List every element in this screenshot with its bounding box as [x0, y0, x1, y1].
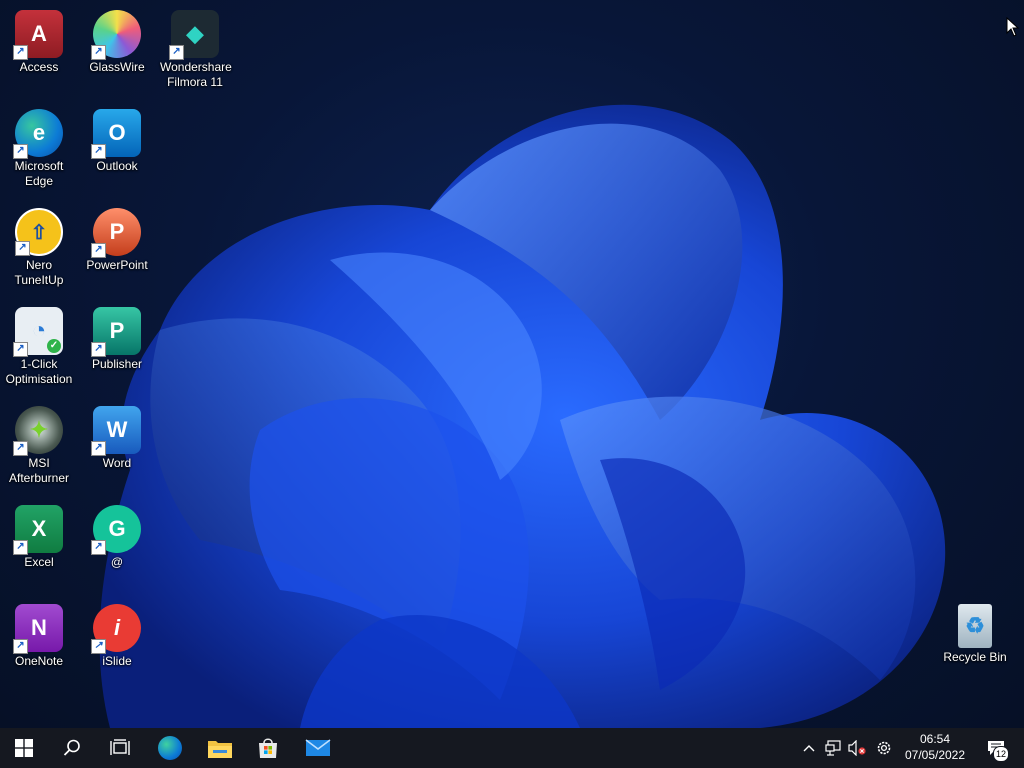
desktop-icon-recycle-bin[interactable]: ♻ Recycle Bin: [936, 598, 1014, 665]
network-button[interactable]: [822, 728, 844, 768]
notification-center-button[interactable]: 12: [980, 728, 1012, 768]
access-icon: A ↗: [13, 10, 63, 60]
msi-afterburner-icon: ✦ ↗: [13, 406, 63, 456]
icon-label: 1-Click Optimisation: [5, 357, 73, 386]
taskbar: 06:54 07/05/2022 12: [0, 728, 1024, 768]
desktop-icon-word[interactable]: W ↗ Word: [78, 400, 156, 471]
volume-button[interactable]: [846, 728, 868, 768]
desktop-icon-glasswire[interactable]: ↗ GlassWire: [78, 4, 156, 75]
task-view-button[interactable]: [96, 728, 144, 768]
settings-gear-icon: [877, 741, 891, 755]
icon-label: Microsoft Edge: [14, 159, 64, 188]
icon-label: iSlide: [102, 654, 132, 668]
desktop-icon-grammarly[interactable]: G ↗ @: [78, 499, 156, 570]
desktop-icon-nero[interactable]: ⇧ ↗ Nero TuneItUp: [0, 202, 78, 288]
mail-icon: [305, 739, 331, 756]
grammarly-icon: G ↗: [91, 505, 141, 555]
desktop-icon-publisher[interactable]: P ↗ Publisher: [78, 301, 156, 372]
onenote-icon: N ↗: [13, 604, 63, 654]
excel-icon: X ↗: [13, 505, 63, 555]
icon-label: Word: [102, 456, 132, 470]
icon-label: @: [110, 555, 124, 569]
desktop-icon-filmora[interactable]: ◆ ↗ Wondershare Filmora 11: [156, 4, 234, 90]
desktop-icon-onenote[interactable]: N ↗ OneNote: [0, 598, 78, 669]
network-icon: [825, 740, 841, 756]
edge-icon: [158, 736, 182, 760]
icon-label: Nero TuneItUp: [14, 258, 64, 287]
desktop-icon-edge[interactable]: e ↗ Microsoft Edge: [0, 103, 78, 189]
icon-label: GlassWire: [89, 60, 145, 74]
icon-label: Access: [19, 60, 59, 74]
desktop[interactable]: A ↗ Access e ↗ Microsoft Edge ⇧ ↗ Nero Tune…: [0, 0, 1024, 728]
desktop-icon-powerpoint[interactable]: P ↗ PowerPoint: [78, 202, 156, 273]
volume-muted-icon: [848, 740, 866, 756]
microsoft-store-icon: [259, 738, 277, 758]
outlook-icon: O ↗: [91, 109, 141, 159]
filmora-icon: ◆ ↗: [169, 10, 219, 60]
mouse-cursor-icon: [1006, 17, 1020, 37]
icon-label: MSI Afterburner: [8, 456, 70, 485]
taskbar-file-explorer[interactable]: [196, 728, 244, 768]
taskbar-clock[interactable]: 06:54 07/05/2022: [896, 728, 974, 768]
nero-tuneitup-icon: ⇧ ↗: [15, 208, 63, 256]
edge-icon: e ↗: [13, 109, 63, 159]
publisher-icon: P ↗: [91, 307, 141, 357]
glasswire-icon: ↗: [91, 10, 141, 60]
chevron-up-icon: [803, 745, 815, 752]
search-button[interactable]: [48, 728, 96, 768]
desktop-icon-access[interactable]: A ↗ Access: [0, 4, 78, 75]
notification-count-badge: 12: [993, 746, 1009, 762]
icon-label: Wondershare Filmora 11: [160, 60, 232, 89]
taskbar-edge[interactable]: [146, 728, 194, 768]
icon-label: Publisher: [91, 357, 143, 371]
settings-button[interactable]: [873, 728, 895, 768]
islide-icon: i ↗: [91, 604, 141, 654]
taskbar-microsoft-store[interactable]: [244, 728, 292, 768]
word-icon: W ↗: [91, 406, 141, 456]
desktop-icon-outlook[interactable]: O ↗ Outlook: [78, 103, 156, 174]
desktop-icon-islide[interactable]: i ↗ iSlide: [78, 598, 156, 669]
start-button[interactable]: [0, 728, 48, 768]
task-view-icon: [110, 739, 130, 755]
show-hidden-icons-button[interactable]: [798, 728, 820, 768]
icon-label: PowerPoint: [86, 258, 148, 272]
start-icon: [15, 739, 33, 757]
icon-label: Excel: [24, 555, 54, 569]
file-explorer-icon: [208, 741, 232, 758]
powerpoint-icon: P ↗: [91, 208, 141, 258]
one-click-optimisation-icon: ◔ ✓ ↗: [13, 307, 63, 357]
recycle-bin-icon: ♻: [958, 604, 992, 648]
search-icon: [63, 739, 80, 756]
icon-label: Outlook: [96, 159, 138, 173]
taskbar-mail[interactable]: [294, 728, 342, 768]
icon-label: OneNote: [14, 654, 64, 668]
desktop-icon-msi[interactable]: ✦ ↗ MSI Afterburner: [0, 400, 78, 486]
desktop-icon-1click[interactable]: ◔ ✓ ↗ 1-Click Optimisation: [0, 301, 78, 387]
clock-date: 07/05/2022: [904, 748, 966, 762]
clock-time: 06:54: [919, 732, 951, 746]
desktop-icon-excel[interactable]: X ↗ Excel: [0, 499, 78, 570]
icon-label: Recycle Bin: [943, 650, 1007, 664]
